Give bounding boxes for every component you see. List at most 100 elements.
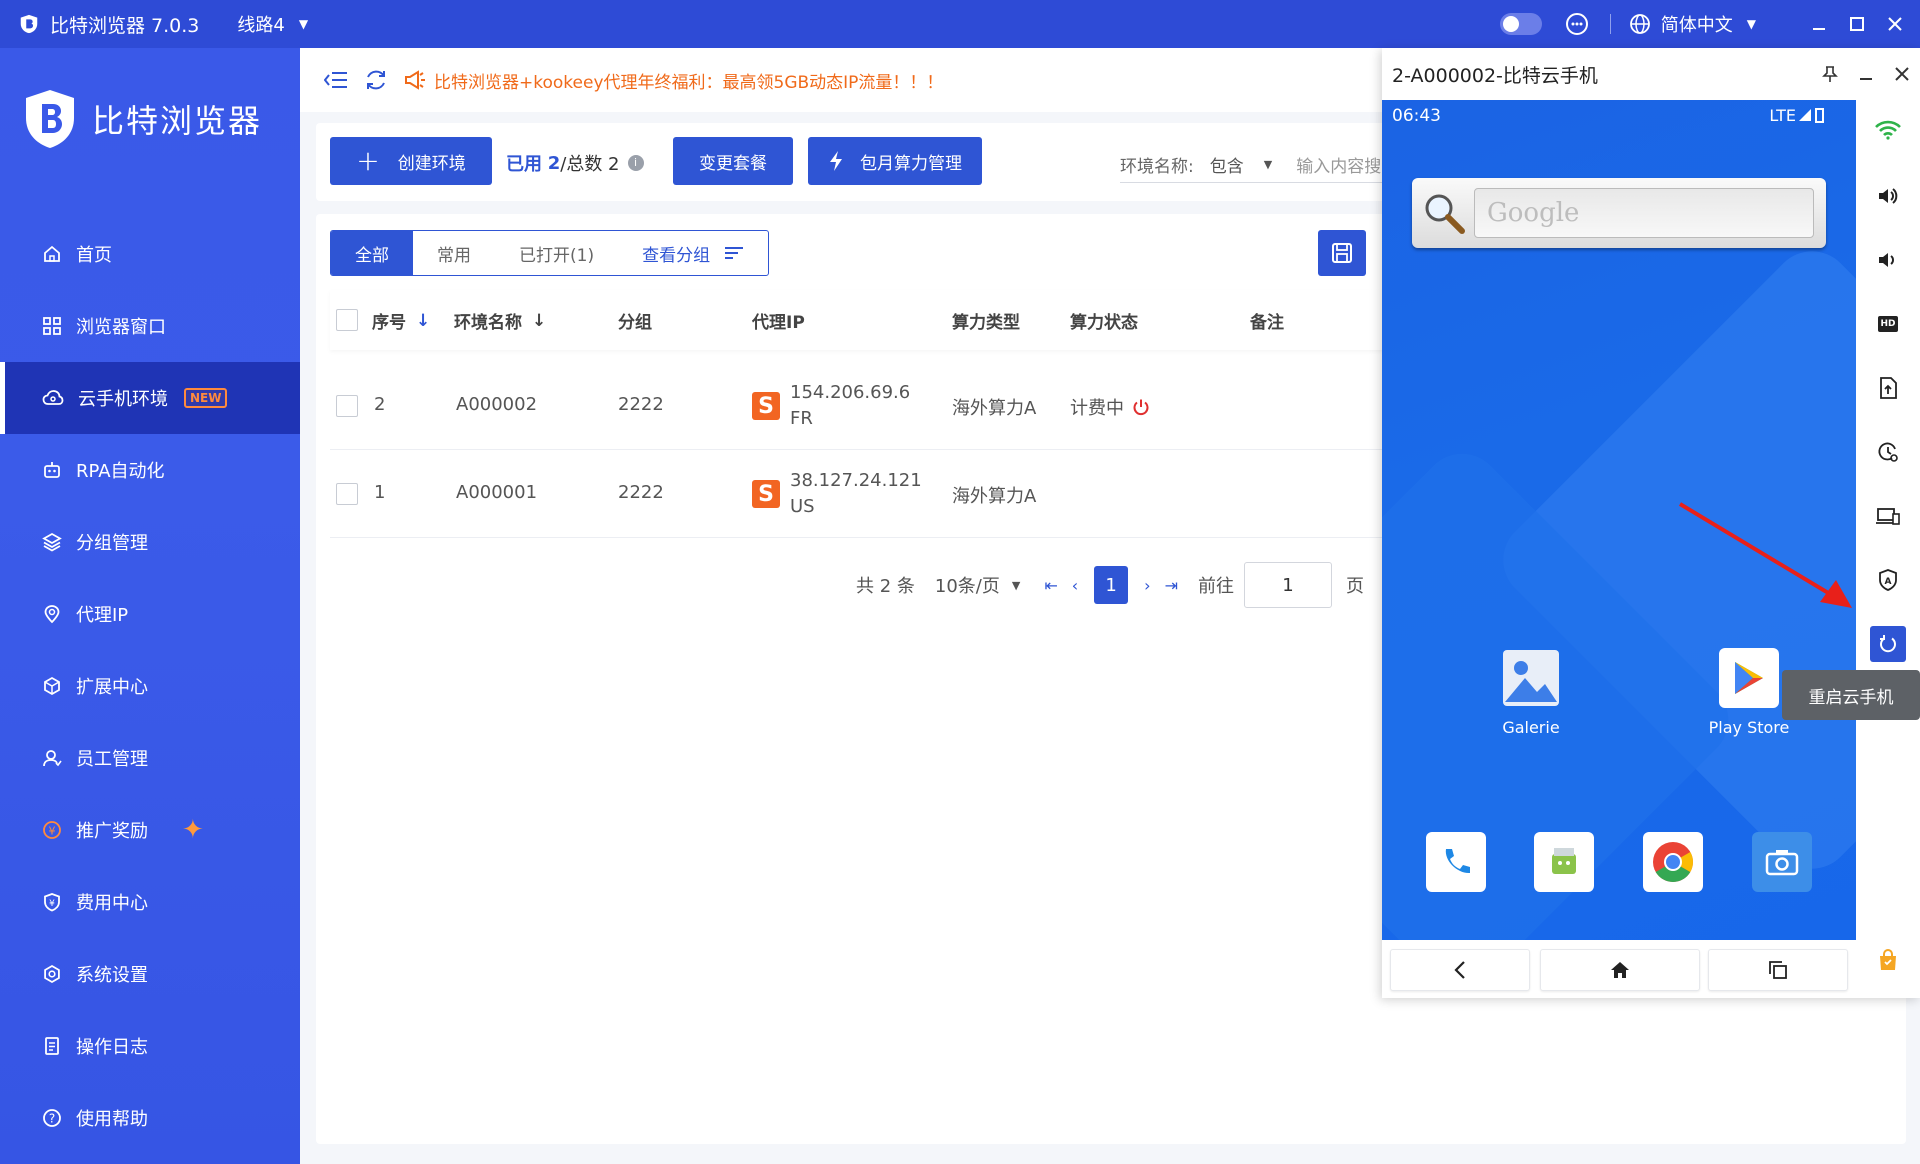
phone-back-button[interactable] <box>1390 949 1530 991</box>
change-plan-label: 变更套餐 <box>699 153 767 174</box>
sidebar-item-home[interactable]: 首页 <box>0 218 300 290</box>
filter-tabs: 全部 常用 已打开(1) 查看分组 <box>330 230 770 276</box>
col-remark: 备注 <box>1250 313 1284 333</box>
prev-page-icon[interactable]: ‹ <box>1072 576 1078 595</box>
row-checkbox[interactable] <box>336 483 358 505</box>
back-icon <box>1454 961 1465 979</box>
tab-common[interactable]: 常用 <box>413 231 495 275</box>
sidebar-item-settings[interactable]: 系统设置 <box>0 938 300 1010</box>
shopping-bag-icon[interactable] <box>1870 942 1906 978</box>
notice-text[interactable]: 比特浏览器+kookeey代理年终福利：最高领5GB动态IP流量！！！ <box>434 68 943 93</box>
screen-settings-icon[interactable] <box>1870 434 1906 470</box>
monthly-compute-button[interactable]: 包月算力管理 <box>808 137 982 185</box>
app-logo-icon <box>20 14 38 34</box>
row-checkbox[interactable] <box>336 395 358 417</box>
sidebar-item-help[interactable]: ? 使用帮助 <box>0 1082 300 1154</box>
sidebar-item-staff[interactable]: 员工管理 <box>0 722 300 794</box>
sidebar-item-label: 使用帮助 <box>76 1109 148 1130</box>
volume-up-icon[interactable] <box>1870 178 1906 214</box>
phone-window-title: 2-A000002-比特云手机 <box>1392 64 1598 87</box>
proxy-ip-address: 38.127.24.121 <box>790 470 922 491</box>
row-compute-type: 海外算力A <box>952 486 1037 507</box>
camera-icon[interactable] <box>1752 832 1812 892</box>
help-icon: ? <box>43 1109 61 1127</box>
sidebar-item-extensions[interactable]: 扩展中心 <box>0 650 300 722</box>
battery-icon <box>1815 108 1824 123</box>
maximize-button[interactable] <box>1838 0 1876 48</box>
sidebar-item-label: 扩展中心 <box>76 677 148 698</box>
phone-recents-button[interactable] <box>1708 949 1848 991</box>
language-selector[interactable]: 简体中文 ▼ <box>1629 11 1756 37</box>
last-page-icon[interactable]: ⇥ <box>1165 576 1178 595</box>
minimize-button[interactable] <box>1800 0 1838 48</box>
restart-phone-button[interactable] <box>1870 626 1906 662</box>
minimize-icon[interactable] <box>1848 48 1884 100</box>
power-icon[interactable] <box>1132 398 1150 416</box>
chevron-down-icon[interactable]: ▼ <box>299 17 308 31</box>
settings-icon <box>44 964 60 984</box>
col-compute-status: 算力状态 <box>1070 313 1138 333</box>
phone-dialer-icon[interactable] <box>1426 832 1486 892</box>
app-galerie[interactable]: Galerie <box>1476 648 1586 737</box>
route-selector[interactable]: 线路4 <box>237 11 284 37</box>
robot-icon <box>44 462 60 478</box>
sidebar-item-rewards[interactable]: ¥ 推广奖励 ✦ <box>0 794 300 866</box>
row-proxy-ip: 38.127.24.121 US <box>790 468 922 520</box>
next-page-icon[interactable]: › <box>1144 576 1150 595</box>
hd-quality-icon[interactable]: HD <box>1870 306 1906 342</box>
row-seq: 2 <box>374 394 386 415</box>
sidebar-item-browser-windows[interactable]: 浏览器窗口 <box>0 290 300 362</box>
first-page-icon[interactable]: ⇤ <box>1044 576 1057 595</box>
search-input[interactable]: 输入内容搜 <box>1296 152 1381 177</box>
column-settings-button[interactable] <box>1318 230 1366 276</box>
upload-file-icon[interactable] <box>1870 370 1906 406</box>
sort-lines-icon <box>725 247 744 259</box>
chevron-down-icon[interactable]: ▼ <box>1264 158 1272 171</box>
google-search-widget[interactable]: Google <box>1412 178 1826 248</box>
phone-home-button[interactable] <box>1540 949 1700 991</box>
proxy-s-icon: S <box>752 392 780 420</box>
tab-view-groups-label: 查看分组 <box>642 245 711 266</box>
close-icon[interactable] <box>1884 48 1920 100</box>
theme-toggle[interactable] <box>1499 13 1542 35</box>
sidebar-item-proxy-ip[interactable]: 代理IP <box>0 578 300 650</box>
messages-icon[interactable] <box>1534 832 1594 892</box>
filter-operator-select[interactable]: 包含 <box>1210 152 1244 177</box>
tab-opened[interactable]: 已打开(1) <box>495 231 618 275</box>
volume-down-icon[interactable] <box>1870 242 1906 278</box>
shield-a-icon[interactable]: A <box>1870 562 1906 598</box>
phone-window-titlebar[interactable]: 2-A000002-比特云手机 <box>1382 48 1920 100</box>
language-label: 简体中文 <box>1660 15 1733 36</box>
col-seq[interactable]: 序号 ↓ <box>372 308 430 334</box>
devices-icon[interactable] <box>1870 498 1906 534</box>
tab-view-groups[interactable]: 查看分组 <box>618 231 768 275</box>
wifi-icon[interactable] <box>1870 112 1906 148</box>
megaphone-icon <box>405 70 425 90</box>
pin-icon[interactable] <box>1812 48 1848 100</box>
brand: 比特浏览器 <box>22 88 262 150</box>
collapse-menu-icon[interactable] <box>324 70 348 90</box>
tab-all[interactable]: 全部 <box>331 231 413 275</box>
google-search-box[interactable]: Google <box>1474 188 1814 238</box>
col-name[interactable]: 环境名称 ↓ <box>454 308 546 334</box>
goto-page-input[interactable]: 1 <box>1243 562 1332 608</box>
page-size-select[interactable]: 10条/页 ▼ <box>935 572 1020 598</box>
sidebar-item-cloud-phone[interactable]: 云手机环境 NEW <box>0 362 300 434</box>
usage-summary: 已用 2/总数 2 i <box>506 150 644 176</box>
current-page-button[interactable]: 1 <box>1094 566 1129 604</box>
change-plan-button[interactable]: 变更套餐 <box>673 137 793 185</box>
sidebar-item-logs[interactable]: 操作日志 <box>0 1010 300 1082</box>
select-all-checkbox[interactable] <box>336 309 358 331</box>
app-title: 比特浏览器 7.0.3 <box>50 14 200 37</box>
close-button[interactable] <box>1876 0 1914 48</box>
refresh-icon[interactable] <box>364 68 388 92</box>
create-env-button[interactable]: + 创建环境 <box>330 137 492 185</box>
chrome-icon[interactable] <box>1643 832 1703 892</box>
sidebar-item-groups[interactable]: 分组管理 <box>0 506 300 578</box>
sidebar-item-label: 操作日志 <box>76 1037 148 1058</box>
sidebar-item-label: RPA自动化 <box>76 461 165 482</box>
sidebar-item-billing[interactable]: ¥ 费用中心 <box>0 866 300 938</box>
info-icon[interactable]: i <box>627 155 644 171</box>
sidebar-item-rpa[interactable]: RPA自动化 <box>0 434 300 506</box>
support-chat-icon[interactable] <box>1564 11 1590 37</box>
